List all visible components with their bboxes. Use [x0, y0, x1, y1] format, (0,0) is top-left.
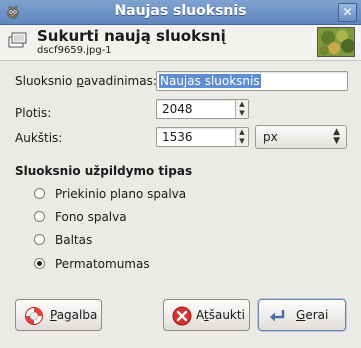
layer-name-label: Sluoksnio pavadinimas: [15, 74, 157, 88]
radio-background[interactable] [34, 211, 45, 222]
layer-name-value: Naujas sluoksnis [159, 74, 261, 88]
width-decrement-icon[interactable]: ▼ [236, 109, 248, 118]
window-title: Naujas sluoksnis [114, 3, 247, 19]
height-spinbutton[interactable]: 1536 ▲ ▼ [156, 127, 249, 147]
radio-foreground[interactable] [34, 188, 45, 199]
dialog-header: Sukurti naują sluoksnį dscf9659.jpg-1 [0, 25, 361, 61]
help-button-label: Pagalba [50, 308, 98, 322]
radio-transparency[interactable] [34, 258, 45, 269]
height-increment-icon[interactable]: ▲ [236, 128, 248, 137]
dialog-heading: Sukurti naują sluoksnį [37, 27, 226, 45]
close-button[interactable]: ✕ [338, 3, 357, 22]
unit-value: px [263, 130, 278, 144]
unit-select[interactable]: px ▲ ▼ [255, 125, 347, 149]
fill-option-label: Priekinio plano spalva [55, 187, 187, 201]
height-stepper[interactable]: ▲ ▼ [235, 128, 248, 146]
enter-arrow-icon [270, 310, 285, 322]
image-thumbnail [317, 27, 355, 57]
title-bar[interactable]: Naujas sluoksnis ✕ [0, 0, 361, 25]
width-stepper[interactable]: ▲ ▼ [235, 100, 248, 118]
chevron-updown-icon: ▲ ▼ [333, 127, 340, 146]
fill-type-heading: Sluoksnio užpildymo tipas [15, 164, 193, 178]
fill-option-label: Baltas [55, 233, 93, 247]
new-layer-icon [8, 32, 27, 48]
fill-option-label: Permatomumas [55, 257, 150, 271]
layer-name-input[interactable]: Naujas sluoksnis [156, 71, 348, 91]
width-value: 2048 [162, 102, 193, 116]
width-increment-icon[interactable]: ▲ [236, 100, 248, 109]
fill-option-label: Fono spalva [55, 210, 127, 224]
help-button[interactable]: Pagalba [15, 299, 102, 331]
close-icon: ✕ [342, 5, 353, 19]
ok-button[interactable]: Gerai [258, 299, 346, 331]
ok-button-label: Gerai [296, 308, 329, 322]
new-layer-dialog: Naujas sluoksnis ✕ Sukurti naują sluoksn… [0, 0, 361, 348]
width-spinbutton[interactable]: 2048 ▲ ▼ [156, 99, 249, 119]
radio-white[interactable] [34, 234, 45, 245]
height-value: 1536 [162, 130, 193, 144]
cancel-button-label: Atšaukti [196, 308, 245, 322]
image-name: dscf9659.jpg-1 [37, 45, 112, 56]
width-label: Plotis: [15, 106, 52, 120]
cancel-icon [172, 306, 192, 326]
lifebuoy-icon [25, 307, 43, 325]
height-decrement-icon[interactable]: ▼ [236, 137, 248, 146]
cancel-button[interactable]: Atšaukti [163, 299, 250, 331]
height-label: Aukštis: [15, 131, 63, 145]
